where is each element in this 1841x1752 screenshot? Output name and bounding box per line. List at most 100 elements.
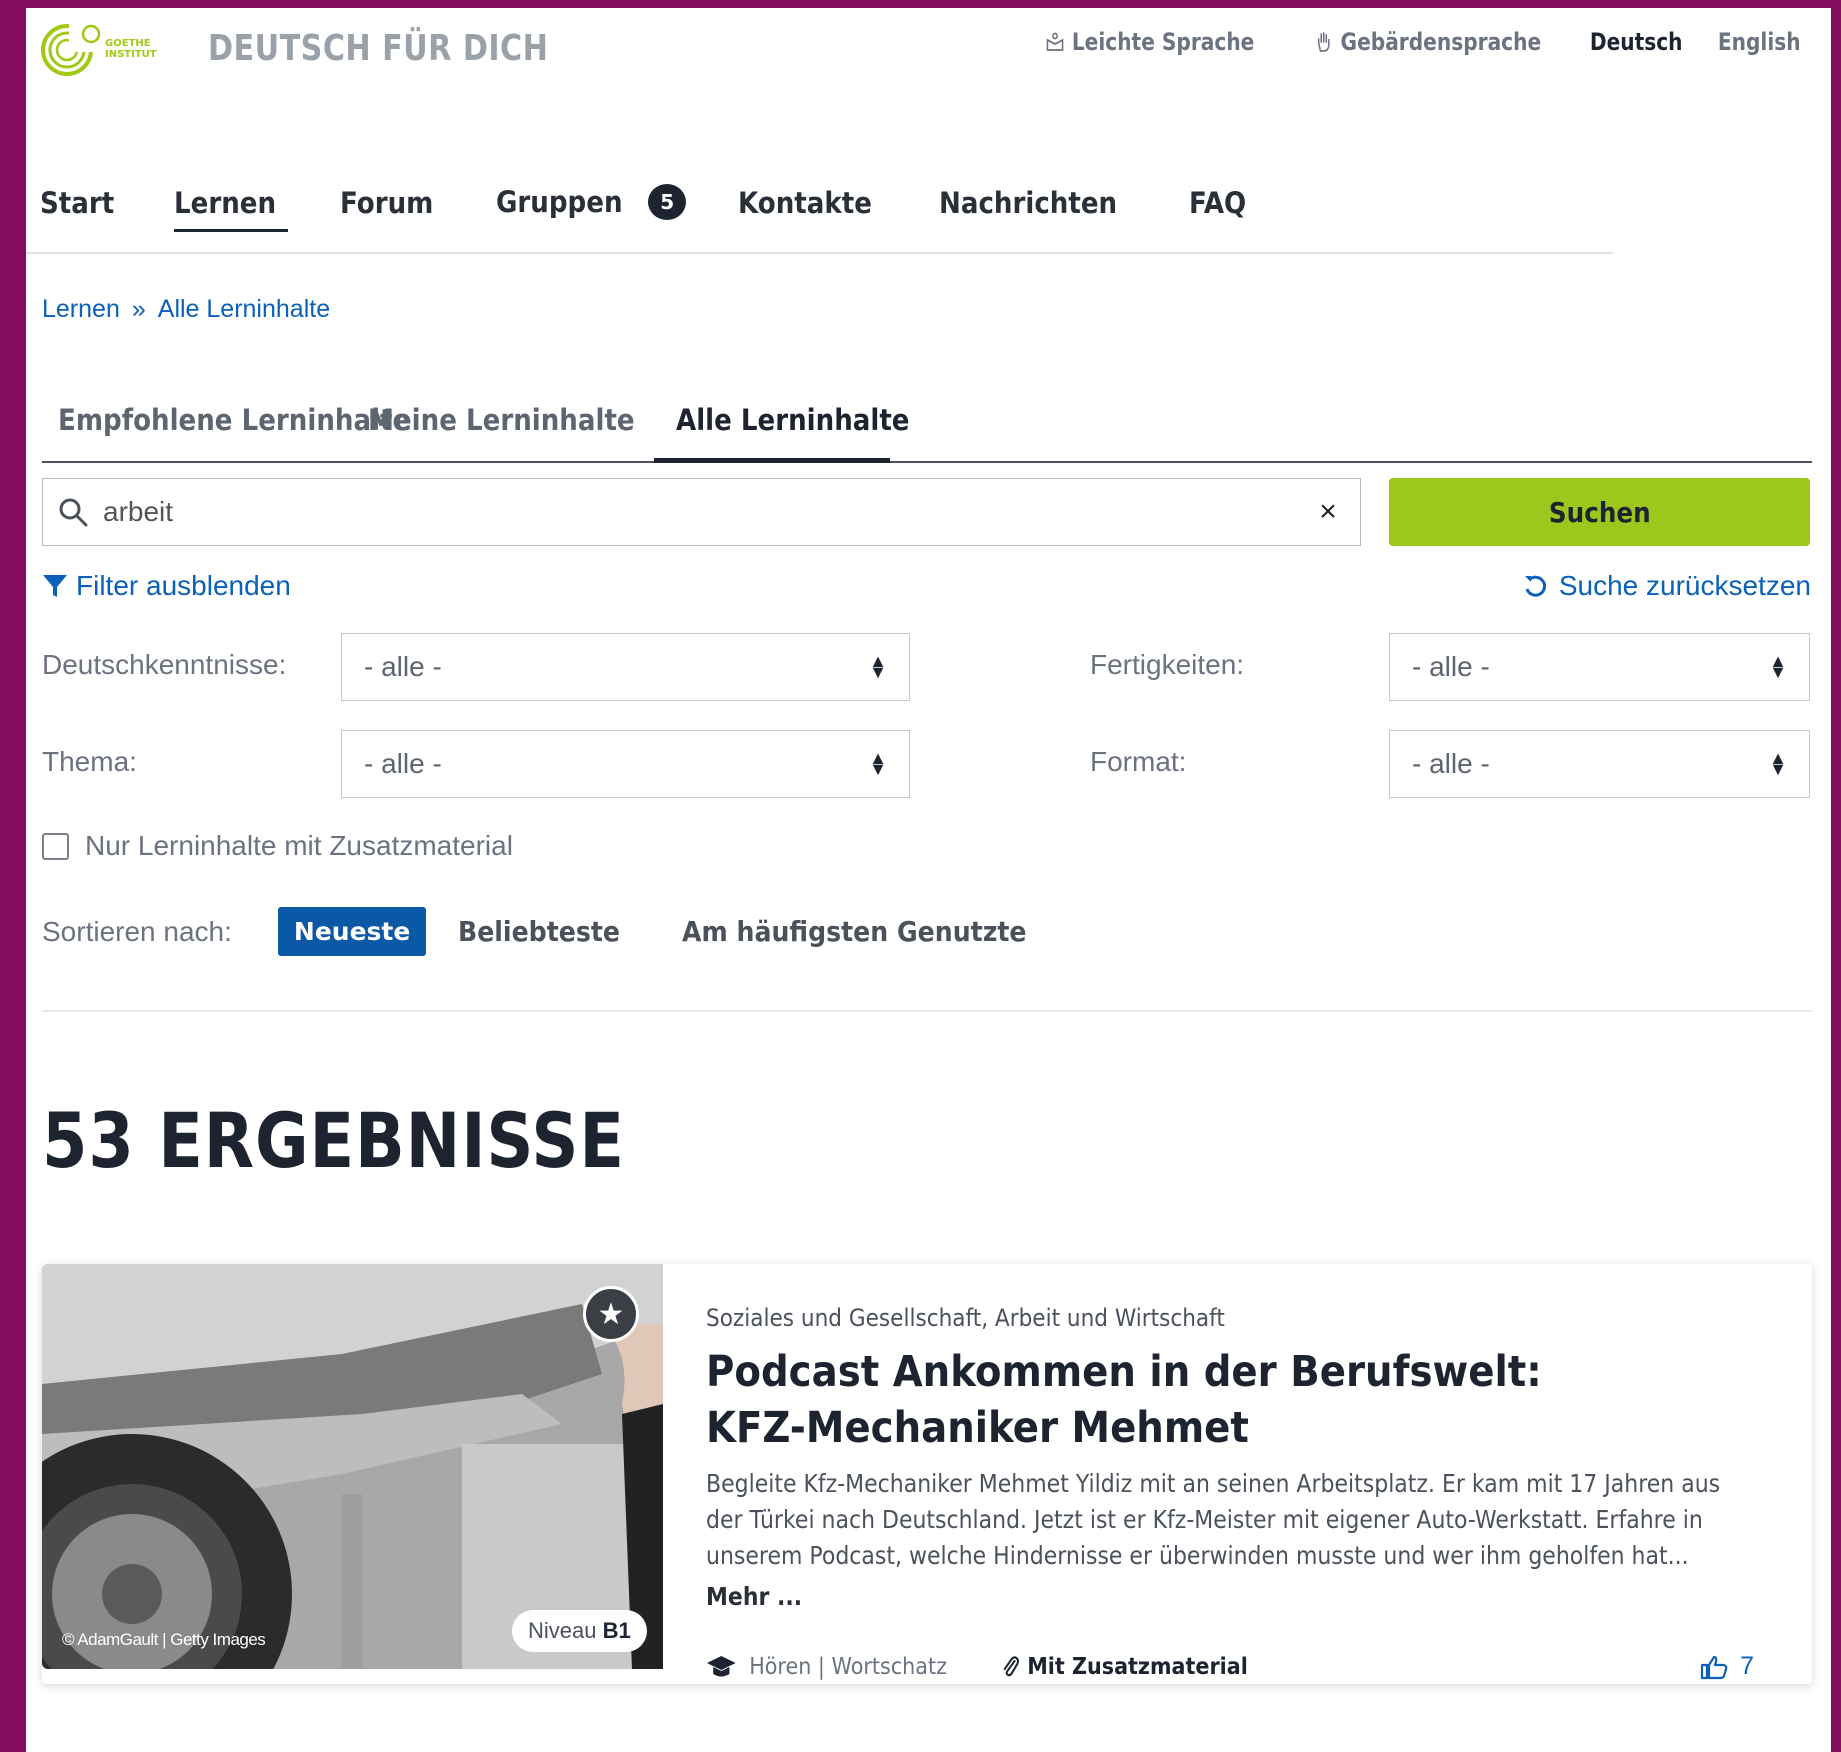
logo-line-1: GOETHE xyxy=(105,38,151,49)
zusatzmaterial-filter[interactable]: Nur Lerninhalte mit Zusatzmaterial xyxy=(42,830,513,862)
card-description: Begleite Kfz-Mechaniker Mehmet Yildiz mi… xyxy=(706,1469,1721,1570)
filter-toggle-label: Filter ausblenden xyxy=(76,570,291,601)
zusatzmaterial-checkbox[interactable] xyxy=(42,832,69,860)
image-credit: © AdamGault | Getty Images xyxy=(62,1630,266,1649)
breadcrumb-lernen[interactable]: Lernen xyxy=(42,295,120,324)
logo-text: GOETHE INSTITUT xyxy=(105,38,157,60)
sign-language-link[interactable]: Gebärdensprache xyxy=(1314,28,1541,56)
like-button[interactable]: 7 xyxy=(1700,1652,1754,1681)
fertigkeiten-select-value: - alle - xyxy=(1412,651,1490,682)
paperclip-icon xyxy=(1003,1656,1019,1677)
niveau-label: Niveau xyxy=(528,1618,597,1643)
top-utility-nav: Leichte Sprache Gebärdensprache Deutsch … xyxy=(1025,28,1808,56)
goethe-logo-icon xyxy=(41,24,101,76)
breadcrumb-separator: » xyxy=(131,295,146,323)
lang-en-link[interactable]: English xyxy=(1717,28,1800,56)
nav-start-label: Start xyxy=(40,186,115,220)
nav-kontakte[interactable]: Kontakte xyxy=(738,172,887,232)
deutsch-label: Deutschkenntnisse: xyxy=(42,649,287,680)
nav-gruppen[interactable]: Gruppen 5 xyxy=(496,170,687,232)
tab-all[interactable]: Alle Lerninhalte xyxy=(676,403,910,437)
car-photo-illustration xyxy=(42,1264,663,1669)
fertigkeiten-select[interactable]: - alle - ▲ ▼ xyxy=(1389,633,1810,701)
card-image[interactable]: ★ © AdamGault | Getty Images Niveau B1 xyxy=(42,1264,663,1669)
nav-faq-label: FAQ xyxy=(1188,186,1247,220)
format-label: Format: xyxy=(1090,746,1187,777)
nav-nachrichten[interactable]: Nachrichten xyxy=(939,172,1137,232)
select-arrows-icon: ▲ ▼ xyxy=(869,651,887,682)
lang-de-link[interactable]: Deutsch xyxy=(1590,28,1683,56)
card-title[interactable]: Podcast Ankommen in der Berufswelt: KFZ-… xyxy=(706,1344,1651,1456)
nav-gruppen-label: Gruppen xyxy=(495,185,623,219)
sort-popular-button[interactable]: Beliebteste xyxy=(458,915,620,948)
card-skills: Hören | Wortschatz xyxy=(706,1654,947,1680)
format-select-value: - alle - xyxy=(1412,748,1490,779)
niveau-value: B1 xyxy=(602,1618,631,1643)
search-button[interactable]: Suchen xyxy=(1389,478,1810,546)
easy-language-label: Leichte Sprache xyxy=(1071,28,1255,56)
sort-newest-button[interactable]: Neueste xyxy=(277,907,427,956)
fertigkeiten-label: Fertigkeiten: xyxy=(1090,649,1245,680)
nav-lernen[interactable]: Lernen xyxy=(174,172,289,232)
thumbs-up-icon xyxy=(1700,1655,1728,1679)
active-tab-indicator xyxy=(654,458,890,463)
gruppen-count-badge: 5 xyxy=(648,184,687,220)
tab-mine[interactable]: Meine Lerninhalte xyxy=(368,403,635,437)
breadcrumb: Lernen » Alle Lerninhalte xyxy=(42,295,330,324)
niveau-badge: Niveau B1 xyxy=(512,1610,647,1652)
select-arrows-icon: ▲ ▼ xyxy=(1769,748,1787,779)
filter-icon xyxy=(43,575,67,597)
card-skills-label: Hören | Wortschatz xyxy=(749,1654,947,1680)
nav-forum[interactable]: Forum xyxy=(340,172,444,232)
nav-nachrichten-label: Nachrichten xyxy=(939,186,1118,220)
thema-select-value: - alle - xyxy=(364,748,442,779)
sort-label: Sortieren nach: xyxy=(42,915,232,947)
nav-start[interactable]: Start xyxy=(40,172,122,232)
format-select[interactable]: - alle - ▲ ▼ xyxy=(1389,730,1810,798)
card-footer: Hören | Wortschatz Mit Zusatzmaterial xyxy=(706,1654,1275,1680)
search-input[interactable] xyxy=(103,496,1308,528)
clear-search-icon[interactable]: × xyxy=(1308,492,1348,532)
zusatzmaterial-label: Nur Lerninhalte mit Zusatzmaterial xyxy=(85,830,513,861)
sort-bar: Sortieren nach: Neueste Beliebteste Am h… xyxy=(42,907,1109,956)
main-nav: Start Lernen Forum Gruppen 5 Kontakte Nac… xyxy=(40,170,1305,232)
sign-language-label: Gebärdensprache xyxy=(1340,28,1542,56)
nav-kontakte-label: Kontakte xyxy=(738,186,873,220)
easy-language-icon xyxy=(1046,32,1064,51)
sort-most-used-button[interactable]: Am häufigsten Genutzte xyxy=(682,915,1027,948)
goethe-logo[interactable]: GOETHE INSTITUT xyxy=(39,20,157,78)
search-box: × xyxy=(42,478,1361,546)
filter-toggle-link[interactable]: Filter ausblenden xyxy=(42,570,291,602)
page: GOETHE INSTITUT DEUTSCH FÜR DICH Leichte… xyxy=(26,8,1831,1752)
like-count: 7 xyxy=(1740,1652,1754,1680)
deutsch-select[interactable]: - alle - ▲ ▼ xyxy=(341,633,910,701)
graduation-cap-icon xyxy=(706,1656,736,1677)
card-category: Soziales und Gesellschaft, Arbeit und Wi… xyxy=(706,1304,1225,1332)
results-heading: 53 ERGEBNISSE xyxy=(42,1096,625,1185)
nav-lernen-label: Lernen xyxy=(174,186,277,220)
card-zusatzmaterial: Mit Zusatzmaterial xyxy=(1002,1654,1248,1680)
search-icon xyxy=(59,498,88,527)
undo-icon xyxy=(1524,575,1546,597)
search-button-label: Suchen xyxy=(1548,495,1651,529)
easy-language-link[interactable]: Leichte Sprache xyxy=(1045,28,1254,56)
thema-label: Thema: xyxy=(42,746,137,777)
deutsch-select-value: - alle - xyxy=(364,651,442,682)
logo-line-2: INSTITUT xyxy=(105,49,157,60)
nav-faq[interactable]: FAQ xyxy=(1189,172,1253,232)
card-more-link[interactable]: Mehr ... xyxy=(706,1582,802,1611)
select-arrows-icon: ▲ ▼ xyxy=(869,748,887,779)
nav-divider xyxy=(26,252,1613,254)
result-card[interactable]: ★ © AdamGault | Getty Images Niveau B1 S… xyxy=(42,1264,1812,1684)
favorite-star-button[interactable]: ★ xyxy=(583,1286,639,1342)
tab-recommended[interactable]: Empfohlene Lerninhalte xyxy=(58,403,410,437)
breadcrumb-current[interactable]: Alle Lerninhalte xyxy=(158,295,330,324)
hand-icon xyxy=(1318,32,1330,52)
star-icon: ★ xyxy=(597,1297,625,1331)
thema-select[interactable]: - alle - ▲ ▼ xyxy=(341,730,910,798)
nav-forum-label: Forum xyxy=(339,186,434,220)
reset-search-link[interactable]: Suche zurücksetzen xyxy=(1523,570,1811,602)
content-tabs: Empfohlene Lerninhalte Meine Lerninhalte… xyxy=(42,391,1812,463)
site-title[interactable]: DEUTSCH FÜR DICH xyxy=(208,28,548,69)
reset-search-label: Suche zurücksetzen xyxy=(1558,570,1811,601)
